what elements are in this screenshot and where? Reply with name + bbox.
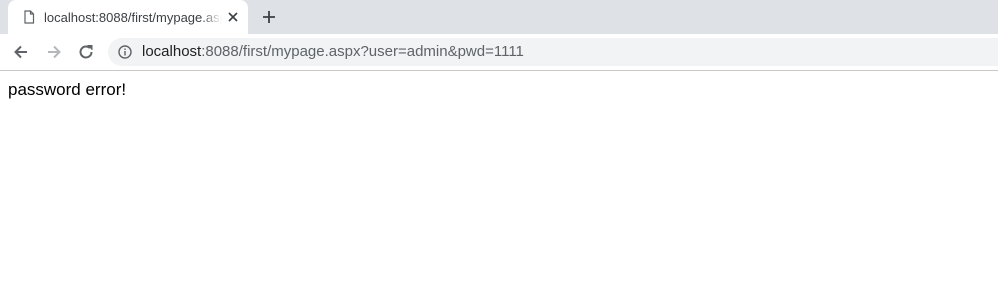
browser-tab[interactable]: localhost:8088/first/mypage.aspx?user=ad… <box>8 0 248 34</box>
new-tab-plus-icon[interactable] <box>260 8 278 26</box>
close-icon[interactable] <box>226 10 240 24</box>
url-text[interactable]: localhost:8088/first/mypage.aspx?user=ad… <box>142 43 524 61</box>
forward-arrow-icon[interactable] <box>45 43 63 61</box>
reload-icon[interactable] <box>77 43 95 61</box>
tab-title: localhost:8088/first/mypage.aspx?user=ad… <box>44 10 222 25</box>
browser-toolbar: localhost:8088/first/mypage.aspx?user=ad… <box>0 34 998 71</box>
address-bar[interactable]: localhost:8088/first/mypage.aspx?user=ad… <box>108 38 998 66</box>
page-icon <box>24 10 35 24</box>
page-message: password error! <box>8 80 127 99</box>
back-arrow-icon[interactable] <box>12 43 30 61</box>
info-icon[interactable] <box>118 45 132 59</box>
url-host: localhost <box>142 43 202 60</box>
tab-strip: localhost:8088/first/mypage.aspx?user=ad… <box>0 0 998 34</box>
url-path-query: :8088/first/mypage.aspx?user=admin&pwd=1… <box>201 43 524 60</box>
